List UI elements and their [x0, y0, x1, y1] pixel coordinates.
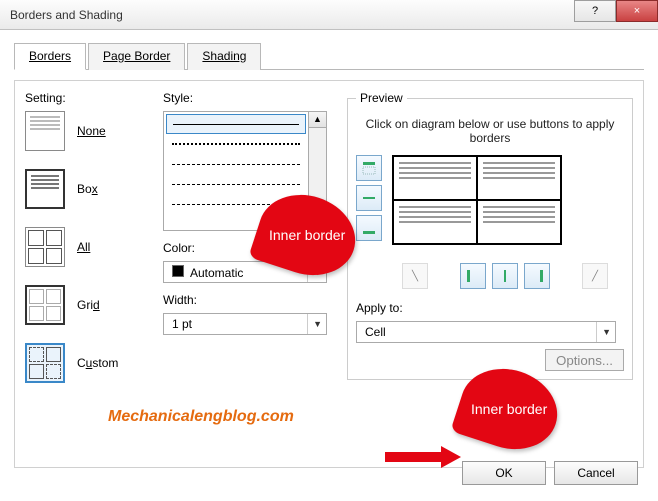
setting-custom-icon: [25, 343, 65, 383]
tab-page-border[interactable]: Page Border: [88, 43, 185, 70]
border-top-button[interactable]: [356, 155, 382, 181]
setting-box[interactable]: Box: [25, 169, 153, 209]
setting-label: Setting:: [25, 91, 153, 105]
scroll-up-icon[interactable]: ▲: [309, 112, 326, 128]
apply-to-value: Cell: [365, 325, 386, 339]
style-scrollbar[interactable]: ▲ ▼: [308, 112, 326, 230]
color-label: Color:: [163, 241, 335, 255]
preview-diagram[interactable]: [392, 155, 562, 245]
preview-hint: Click on diagram below or use buttons to…: [356, 113, 624, 155]
tab-strip: Borders Page Border Shading: [14, 42, 644, 70]
setting-none-icon: [25, 111, 65, 151]
setting-grid-icon: [25, 285, 65, 325]
setting-grid[interactable]: Grid: [25, 285, 153, 325]
setting-box-label: Box: [77, 182, 98, 196]
help-button[interactable]: ?: [574, 0, 616, 22]
color-combo-value: Automatic: [190, 266, 243, 280]
title-bar: Borders and Shading ? ×: [0, 0, 658, 30]
setting-grid-label: Grid: [77, 298, 100, 312]
chevron-down-icon: ▼: [596, 322, 611, 342]
width-combo-value: 1 pt: [172, 317, 192, 331]
help-icon: ?: [592, 5, 598, 17]
preview-legend: Preview: [356, 91, 407, 105]
scroll-track[interactable]: [309, 128, 326, 214]
color-combo[interactable]: Automatic ▼: [163, 261, 327, 283]
close-icon: ×: [634, 5, 640, 17]
apply-to-label: Apply to:: [356, 301, 624, 315]
border-diag-up-button[interactable]: ╱: [582, 263, 608, 289]
style-row-dash-fine[interactable]: [166, 154, 306, 174]
style-list[interactable]: ▲ ▼: [163, 111, 327, 231]
setting-custom[interactable]: Custom: [25, 343, 153, 383]
chevron-down-icon: ▼: [307, 262, 322, 282]
border-bottom-button[interactable]: [356, 215, 382, 241]
width-label: Width:: [163, 293, 335, 307]
style-row-dashed[interactable]: [166, 174, 306, 194]
tab-shading[interactable]: Shading: [187, 43, 261, 70]
setting-all-label: All: [77, 240, 90, 254]
style-row-dashdot[interactable]: [166, 194, 306, 214]
window-title: Borders and Shading: [10, 8, 123, 22]
preview-fieldset: Preview Click on diagram below or use bu…: [347, 91, 633, 380]
content-panel: Setting: None Box: [14, 80, 644, 468]
setting-all-icon: [25, 227, 65, 267]
options-button: Options...: [545, 349, 624, 371]
setting-all[interactable]: All: [25, 227, 153, 267]
border-left-button[interactable]: [460, 263, 486, 289]
setting-custom-label: Custom: [77, 356, 118, 370]
setting-none-label: None: [77, 124, 106, 138]
setting-none[interactable]: None: [25, 111, 153, 151]
tab-borders[interactable]: Borders: [14, 43, 86, 70]
style-row-solid[interactable]: [166, 114, 306, 134]
border-right-button[interactable]: [524, 263, 550, 289]
chevron-down-icon: ▼: [307, 314, 322, 334]
cancel-button[interactable]: Cancel: [554, 461, 638, 485]
border-inner-h-button[interactable]: [356, 185, 382, 211]
style-label: Style:: [163, 91, 335, 105]
color-swatch-icon: [172, 265, 184, 277]
close-button[interactable]: ×: [616, 0, 658, 22]
setting-box-icon: [25, 169, 65, 209]
width-combo[interactable]: 1 pt ▼: [163, 313, 327, 335]
style-row-dotted[interactable]: [166, 134, 306, 154]
apply-to-combo[interactable]: Cell ▼: [356, 321, 616, 343]
border-inner-v-button[interactable]: [492, 263, 518, 289]
scroll-down-icon[interactable]: ▼: [309, 214, 326, 230]
ok-button[interactable]: OK: [462, 461, 546, 485]
border-diag-down-button[interactable]: ╲: [402, 263, 428, 289]
